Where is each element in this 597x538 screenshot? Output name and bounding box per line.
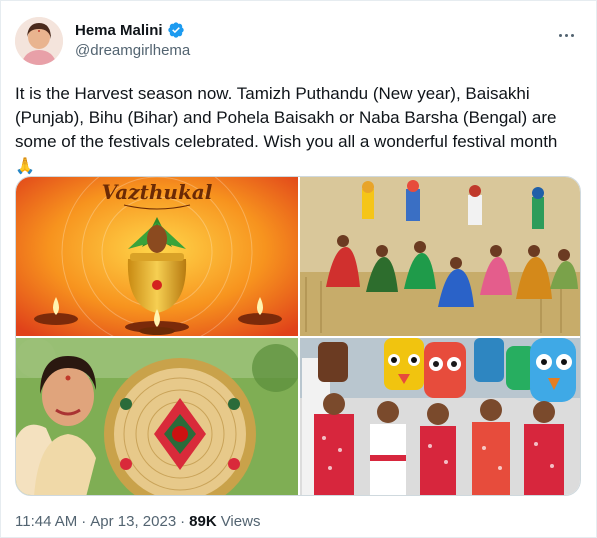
baisakhi-photo: [300, 177, 580, 336]
media-image-pohela-baisakh[interactable]: [300, 338, 580, 495]
media-image-vazthukal[interactable]: Vazthukal: [16, 177, 298, 336]
views-count: 89K: [189, 513, 217, 530]
author-names: Hema Malini @dreamgirlhema: [75, 17, 190, 60]
tweet-time[interactable]: 11:44 AM: [15, 513, 77, 530]
vazthukal-illustration: Vazthukal: [16, 177, 298, 336]
tweet-card[interactable]: Hema Malini @dreamgirlhema It is the Har…: [0, 0, 597, 538]
tweet-meta: 11:44 AM · Apr 13, 2023 · 89K Views: [15, 513, 260, 530]
media-image-bihu[interactable]: [16, 338, 298, 495]
tweet-date[interactable]: Apr 13, 2023: [90, 513, 176, 530]
verified-badge-icon: [167, 22, 184, 38]
more-options-icon[interactable]: [554, 23, 578, 47]
views-label: Views: [220, 513, 261, 530]
meta-separator: ·: [180, 513, 186, 530]
vazthukal-caption: Vazthukal: [102, 180, 213, 204]
meta-separator: ·: [81, 513, 87, 530]
avatar[interactable]: [15, 17, 63, 65]
tweet-header: Hema Malini @dreamgirlhema: [15, 17, 582, 69]
avatar-image: [15, 17, 63, 65]
bihu-photo: [16, 338, 298, 495]
tweet-text: It is the Harvest season now. Tamizh Put…: [15, 82, 585, 179]
pohela-baisakh-photo: [300, 338, 580, 495]
media-image-baisakhi[interactable]: [300, 177, 580, 336]
author-handle[interactable]: @dreamgirlhema: [75, 42, 190, 59]
tweet-body: It is the Harvest season now. Tamizh Put…: [15, 84, 558, 151]
media-grid: Vazthukal: [15, 176, 581, 496]
display-name-row: Hema Malini: [75, 21, 190, 39]
display-name[interactable]: Hema Malini: [75, 22, 163, 39]
